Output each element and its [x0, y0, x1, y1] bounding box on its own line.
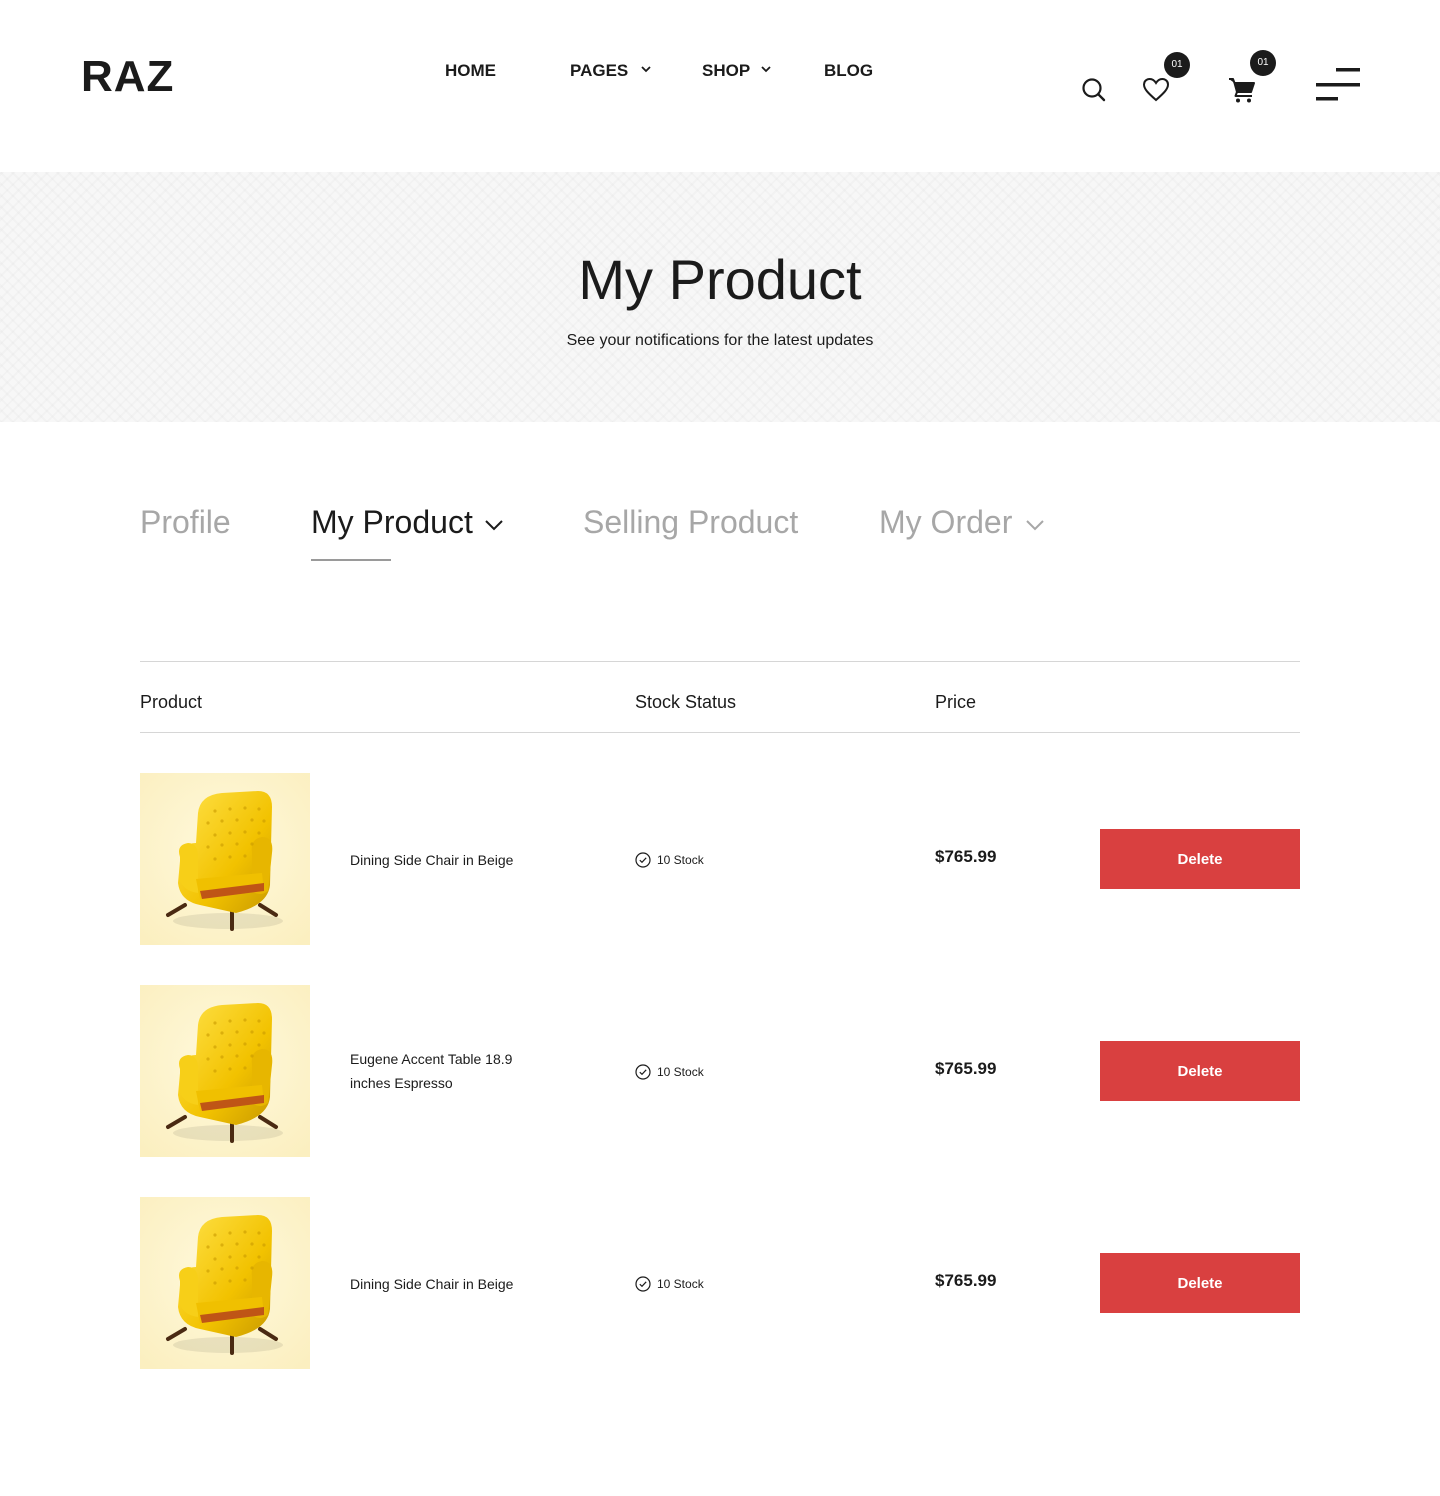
- product-price: $765.99: [935, 1271, 997, 1290]
- armchair-image: [140, 985, 310, 1157]
- wishlist-button[interactable]: [1142, 76, 1172, 104]
- menu-icon: [1316, 68, 1360, 101]
- heart-icon: [1142, 77, 1170, 102]
- page-banner: My Product See your notifications for th…: [0, 172, 1440, 422]
- nav-pages-label: PAGES: [570, 61, 629, 80]
- stock-status: 10 Stock: [635, 1276, 704, 1292]
- table-row: Dining Side Chair in Beige 10 Stock $765…: [140, 773, 1300, 945]
- product-price: $765.99: [935, 1059, 997, 1078]
- tab-selling-product[interactable]: Selling Product: [583, 503, 798, 541]
- nav-home[interactable]: HOME: [445, 61, 496, 81]
- cart-icon: [1229, 78, 1255, 103]
- tab-my-product[interactable]: My Product: [311, 503, 503, 541]
- check-circle-icon: [635, 852, 651, 868]
- tab-my-order[interactable]: My Order: [879, 503, 1044, 541]
- header-product: Product: [140, 692, 203, 712]
- table-row: Eugene Accent Table 18.9 inches Espresso…: [140, 985, 1300, 1157]
- stock-label: 10 Stock: [657, 853, 704, 867]
- header-price: Price: [935, 692, 977, 712]
- nav-shop[interactable]: SHOP: [702, 61, 771, 81]
- product-price: $765.99: [935, 847, 997, 866]
- header-stock-status: Stock Status: [635, 692, 737, 712]
- nav-blog[interactable]: BLOG: [824, 61, 873, 81]
- nav-shop-label: SHOP: [702, 61, 751, 80]
- check-circle-icon: [635, 1276, 651, 1292]
- delete-button[interactable]: Delete: [1100, 829, 1300, 889]
- nav-pages[interactable]: PAGES: [570, 61, 651, 81]
- chevron-down-icon: [761, 66, 771, 73]
- cart-button[interactable]: [1228, 76, 1256, 104]
- armchair-image: [140, 773, 310, 945]
- chevron-down-icon: [1026, 520, 1044, 531]
- table-row: Dining Side Chair in Beige 10 Stock $765…: [140, 1197, 1300, 1369]
- search-button[interactable]: [1080, 76, 1108, 104]
- cart-count-badge: 01: [1250, 50, 1276, 76]
- product-name[interactable]: Dining Side Chair in Beige: [350, 1272, 540, 1296]
- product-image[interactable]: [140, 1197, 310, 1369]
- table-top-divider: [140, 661, 1300, 662]
- armchair-image: [140, 1197, 310, 1369]
- product-image[interactable]: [140, 773, 310, 945]
- delete-button[interactable]: Delete: [1100, 1041, 1300, 1101]
- search-icon: [1082, 78, 1106, 102]
- tab-my-order-label: My Order: [879, 504, 1013, 540]
- stock-label: 10 Stock: [657, 1065, 704, 1079]
- product-image[interactable]: [140, 985, 310, 1157]
- tab-profile[interactable]: Profile: [140, 503, 231, 541]
- product-name[interactable]: Eugene Accent Table 18.9 inches Espresso: [350, 1047, 540, 1095]
- stock-status: 10 Stock: [635, 1064, 704, 1080]
- wishlist-count-badge: 01: [1164, 52, 1190, 78]
- logo[interactable]: RAZ: [81, 53, 174, 101]
- product-name[interactable]: Dining Side Chair in Beige: [350, 848, 540, 872]
- check-circle-icon: [635, 1064, 651, 1080]
- page-subtitle: See your notifications for the latest up…: [566, 332, 874, 349]
- delete-button[interactable]: Delete: [1100, 1253, 1300, 1313]
- table-header-divider: [140, 732, 1300, 733]
- stock-status: 10 Stock: [635, 852, 704, 868]
- chevron-down-icon: [485, 520, 503, 531]
- tab-my-product-label: My Product: [311, 504, 473, 540]
- page-title: My Product: [578, 248, 862, 311]
- chevron-down-icon: [641, 66, 651, 73]
- active-tab-indicator: [311, 559, 391, 561]
- menu-button[interactable]: [1314, 66, 1362, 104]
- stock-label: 10 Stock: [657, 1277, 704, 1291]
